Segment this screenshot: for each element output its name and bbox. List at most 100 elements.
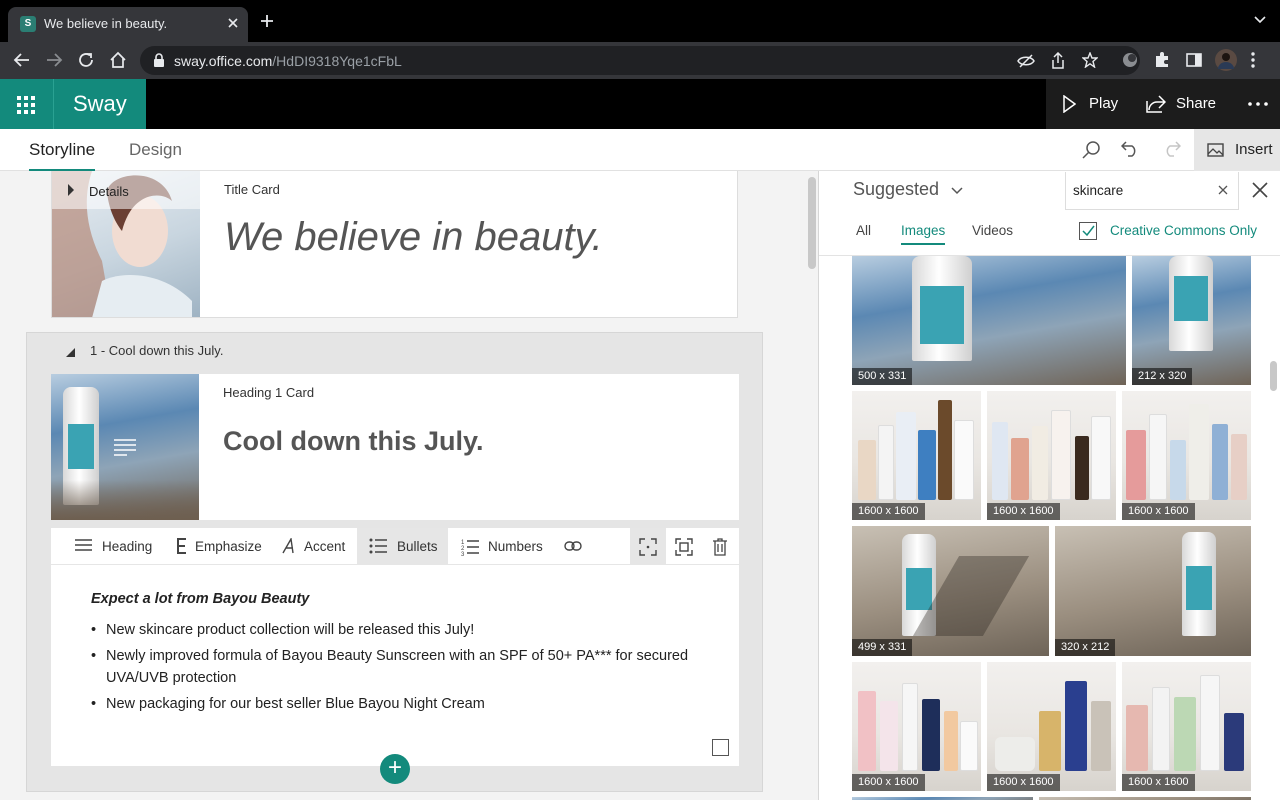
tracking-blocked-eye-icon[interactable]	[1017, 53, 1035, 69]
tab-design[interactable]: Design	[129, 129, 182, 171]
image-dimensions: 320 x 212	[1055, 639, 1116, 656]
fit-frame-icon[interactable]	[666, 528, 702, 565]
section-title: 1 - Cool down this July.	[90, 343, 224, 358]
browser-tab[interactable]: S We believe in beauty.	[8, 7, 248, 42]
creative-commons-label[interactable]: Creative Commons Only	[1110, 223, 1257, 238]
image-result[interactable]: 1600 x 1600	[852, 662, 981, 791]
delete-card-icon[interactable]	[702, 528, 738, 565]
search-icon[interactable]	[1082, 140, 1101, 159]
details-label: Details	[89, 184, 129, 199]
image-result[interactable]: 1600 x 1600	[1122, 662, 1251, 791]
image-result[interactable]: 320 x 212	[1055, 526, 1251, 656]
format-toolbar: Heading Emphasize Accent Bullets 123 Num…	[51, 528, 739, 565]
heading-card-image[interactable]	[51, 374, 199, 520]
image-result[interactable]: 1600 x 1600	[987, 391, 1116, 520]
browser-menu-icon[interactable]	[1250, 51, 1256, 69]
bullet-item[interactable]: Newly improved formula of Bayou Beauty S…	[91, 645, 691, 689]
insert-button[interactable]: Insert	[1194, 129, 1280, 171]
emphasize-label: Emphasize	[195, 539, 262, 554]
collapse-triangle-icon[interactable]	[65, 347, 76, 358]
back-icon[interactable]	[13, 51, 31, 69]
clear-search-icon[interactable]	[1218, 185, 1228, 195]
tab-title: We believe in beauty.	[44, 16, 168, 31]
bullets-button[interactable]: Bullets	[357, 528, 448, 565]
share-page-icon[interactable]	[1051, 52, 1065, 69]
numbers-label: Numbers	[488, 539, 543, 554]
heading-text[interactable]: Cool down this July.	[223, 426, 484, 457]
tab-storyline[interactable]: Storyline	[29, 129, 96, 171]
focus-point-icon[interactable]	[630, 528, 666, 565]
lock-icon	[153, 53, 165, 67]
filter-tab-images[interactable]: Images	[901, 223, 946, 245]
emphasized-heading[interactable]: Expect a lot from Bayou Beauty	[91, 591, 691, 607]
more-options-icon[interactable]	[1246, 79, 1276, 129]
redo-icon[interactable]	[1163, 141, 1181, 157]
image-dimensions: 1600 x 1600	[852, 774, 925, 791]
emphasize-button[interactable]: Emphasize	[176, 528, 266, 565]
close-panel-icon[interactable]	[1251, 181, 1269, 199]
link-icon[interactable]	[564, 528, 584, 565]
title-text[interactable]: We believe in beauty.	[224, 215, 603, 260]
app-launcher-waffle-icon[interactable]	[0, 79, 53, 129]
reload-icon[interactable]	[77, 51, 95, 69]
accent-label: Accent	[304, 539, 346, 554]
text-card[interactable]: Heading Emphasize Accent Bullets 123 Num…	[51, 528, 739, 766]
filter-tab-all[interactable]: All	[856, 223, 871, 238]
panel-scrollbar[interactable]	[1270, 361, 1277, 391]
numbers-button[interactable]: 123 Numbers	[461, 528, 546, 565]
extension-icon[interactable]	[1121, 51, 1139, 69]
share-button[interactable]: Share	[1146, 79, 1236, 129]
header-actions: Play Share	[1046, 79, 1280, 129]
image-results-grid: 500 x 331 212 x 320 1600 x 1600 1600 x 1…	[819, 256, 1280, 800]
chevron-down-icon	[951, 187, 963, 195]
source-label: Suggested	[853, 179, 940, 199]
image-result[interactable]: 500 x 331	[852, 256, 1126, 385]
image-result[interactable]: 1600 x 1600	[987, 662, 1116, 791]
search-input[interactable]	[1066, 172, 1211, 208]
image-dimensions: 1600 x 1600	[987, 503, 1060, 520]
source-dropdown[interactable]: Suggested	[853, 179, 963, 200]
profile-avatar[interactable]	[1215, 49, 1237, 71]
share-label: Share	[1176, 95, 1217, 112]
bullet-item[interactable]: New packaging for our best seller Blue B…	[91, 693, 691, 715]
new-tab-icon[interactable]	[260, 14, 274, 28]
tab-list-chevron-icon[interactable]	[1254, 16, 1266, 24]
forward-icon[interactable]	[45, 51, 63, 69]
image-dimensions: 1600 x 1600	[1122, 774, 1195, 791]
accent-button[interactable]: Accent	[282, 528, 352, 565]
heading-format-button[interactable]: Heading	[74, 528, 154, 565]
title-card[interactable]: Details Title Card We believe in beauty.	[51, 171, 738, 318]
card-type-label: Title Card	[224, 182, 280, 197]
extensions-puzzle-icon[interactable]	[1153, 51, 1171, 69]
card-select-checkbox[interactable]	[712, 739, 729, 756]
side-panel-icon[interactable]	[1185, 51, 1203, 69]
url-text: sway.office.com/HdDI9318Yqe1cFbL	[174, 53, 402, 69]
filter-tab-videos[interactable]: Videos	[972, 223, 1013, 238]
bookmark-star-icon[interactable]	[1082, 52, 1098, 68]
section-group: 1 - Cool down this July. Heading 1 Card …	[26, 332, 763, 792]
text-overlay-icon	[113, 438, 137, 456]
close-tab-icon[interactable]	[226, 16, 240, 30]
sway-favicon-icon: S	[20, 16, 36, 32]
add-card-button[interactable]: +	[380, 754, 410, 784]
insert-panel: Suggested All Images Videos Creative Com…	[818, 171, 1280, 800]
text-card-body[interactable]: Expect a lot from Bayou Beauty New skinc…	[91, 591, 691, 719]
image-result[interactable]: 1600 x 1600	[852, 391, 981, 520]
storyline-scrollbar[interactable]	[808, 177, 816, 269]
undo-icon[interactable]	[1121, 141, 1139, 157]
creative-commons-checkbox[interactable]	[1079, 222, 1097, 240]
heading-card[interactable]: Heading 1 Card Cool down this July.	[51, 374, 739, 520]
image-result[interactable]: 212 x 320	[1132, 256, 1251, 385]
bullet-item[interactable]: New skincare product collection will be …	[91, 619, 691, 641]
image-dimensions: 500 x 331	[852, 368, 913, 385]
play-button[interactable]: Play	[1062, 79, 1142, 129]
card-type-label: Heading 1 Card	[223, 385, 315, 400]
app-brand[interactable]: Sway	[53, 79, 146, 129]
image-result[interactable]: 499 x 331	[852, 526, 1049, 656]
title-card-image[interactable]: Details	[52, 171, 200, 317]
image-dimensions: 1600 x 1600	[1122, 503, 1195, 520]
search-box[interactable]	[1065, 172, 1239, 210]
url-bar[interactable]: sway.office.com/HdDI9318Yqe1cFbL	[140, 46, 1140, 75]
home-icon[interactable]	[109, 51, 127, 69]
image-result[interactable]: 1600 x 1600	[1122, 391, 1251, 520]
